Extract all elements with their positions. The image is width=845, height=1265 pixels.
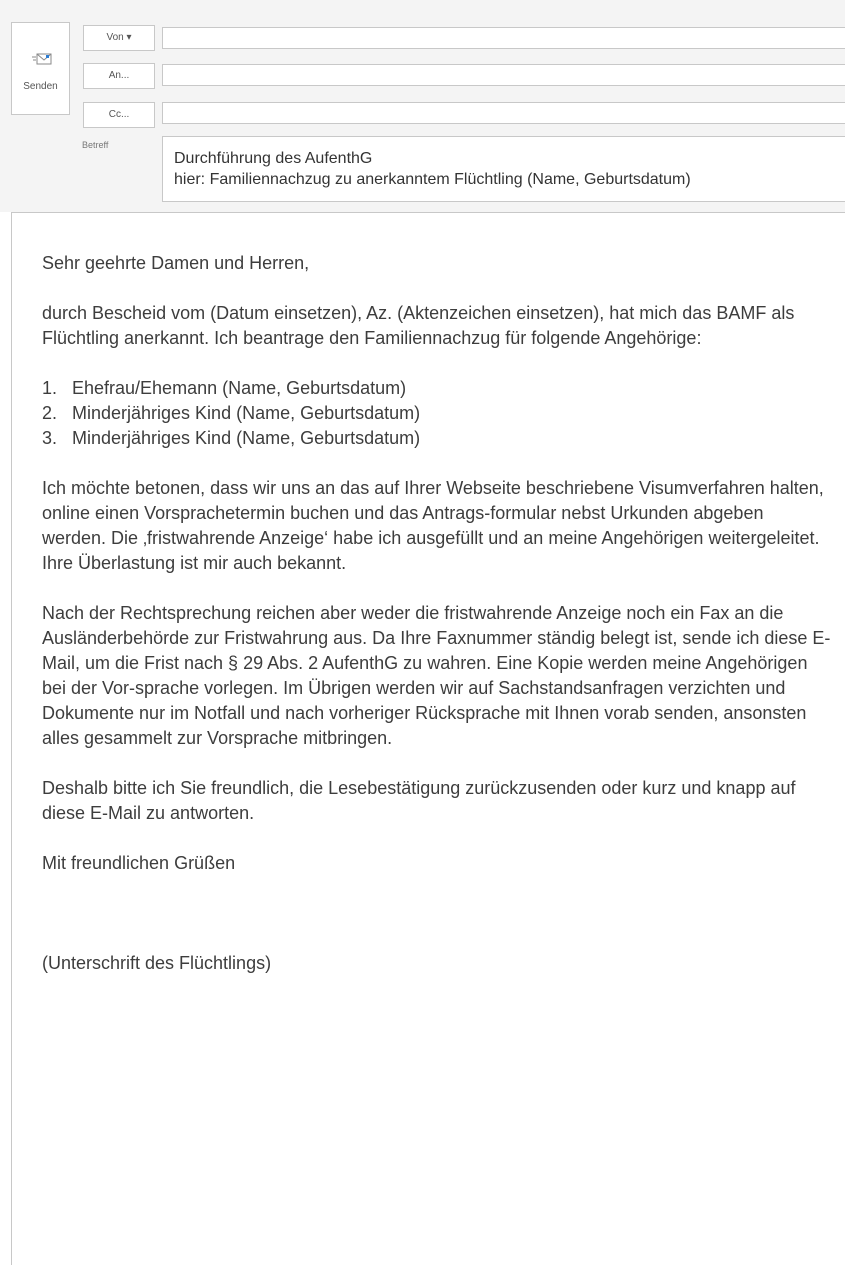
request-paragraph: Deshalb bitte ich Sie freundlich, die Le…	[42, 778, 796, 823]
list-item-number: 3.	[42, 428, 58, 448]
to-field[interactable]	[162, 64, 845, 86]
list-item-text: Minderjähriges Kind (Name, Geburtsdatum)	[72, 428, 421, 448]
procedure-paragraph: Ich möchte betonen, dass wir uns an das …	[42, 478, 824, 573]
list-item-number: 1.	[42, 378, 58, 398]
from-button[interactable]: Von ▾	[83, 25, 155, 51]
message-header: Senden Von ▾ An... Cc... Betreff Durchfü…	[0, 0, 845, 212]
intro-paragraph: durch Bescheid vom (Datum einsetzen), Az…	[42, 303, 795, 348]
subject-label: Betreff	[82, 140, 109, 150]
signature-line: (Unterschrift des Flüchtlings)	[42, 953, 272, 973]
list-item-text: Minderjähriges Kind (Name, Geburtsdatum)	[72, 403, 421, 423]
family-member-list: 1. Ehefrau/Ehemann (Name, Geburtsdatum) 2…	[42, 376, 832, 451]
message-body-text: Sehr geehrte Damen und Herren, durch Bes…	[42, 251, 832, 1001]
list-item: 1. Ehefrau/Ehemann (Name, Geburtsdatum)	[42, 376, 832, 401]
list-item: 3. Minderjähriges Kind (Name, Geburtsdatu…	[42, 426, 832, 451]
send-button-label: Senden	[23, 81, 58, 92]
subject-field[interactable]: Durchführung des AufenthG hier: Familien…	[162, 136, 845, 202]
list-item-number: 2.	[42, 403, 58, 423]
list-item-text: Ehefrau/Ehemann (Name, Geburtsdatum)	[72, 378, 407, 398]
subject-line: hier: Familiennachzug zu anerkanntem Flü…	[174, 171, 691, 188]
send-button[interactable]: Senden	[11, 22, 70, 115]
send-envelope-icon	[32, 50, 52, 66]
greeting: Sehr geehrte Damen und Herren,	[42, 253, 310, 273]
signature-space	[42, 901, 832, 951]
cc-field[interactable]	[162, 102, 845, 124]
subject-line: Durchführung des AufenthG	[174, 150, 373, 167]
message-body-editor[interactable]: Sehr geehrte Damen und Herren, durch Bes…	[11, 212, 845, 1265]
cc-button[interactable]: Cc...	[83, 102, 155, 128]
from-field[interactable]	[162, 27, 845, 49]
list-item: 2. Minderjähriges Kind (Name, Geburtsdatu…	[42, 401, 832, 426]
closing-line: Mit freundlichen Grüßen	[42, 853, 236, 873]
to-button[interactable]: An...	[83, 63, 155, 89]
law-paragraph: Nach der Rechtsprechung reichen aber wed…	[42, 603, 831, 748]
